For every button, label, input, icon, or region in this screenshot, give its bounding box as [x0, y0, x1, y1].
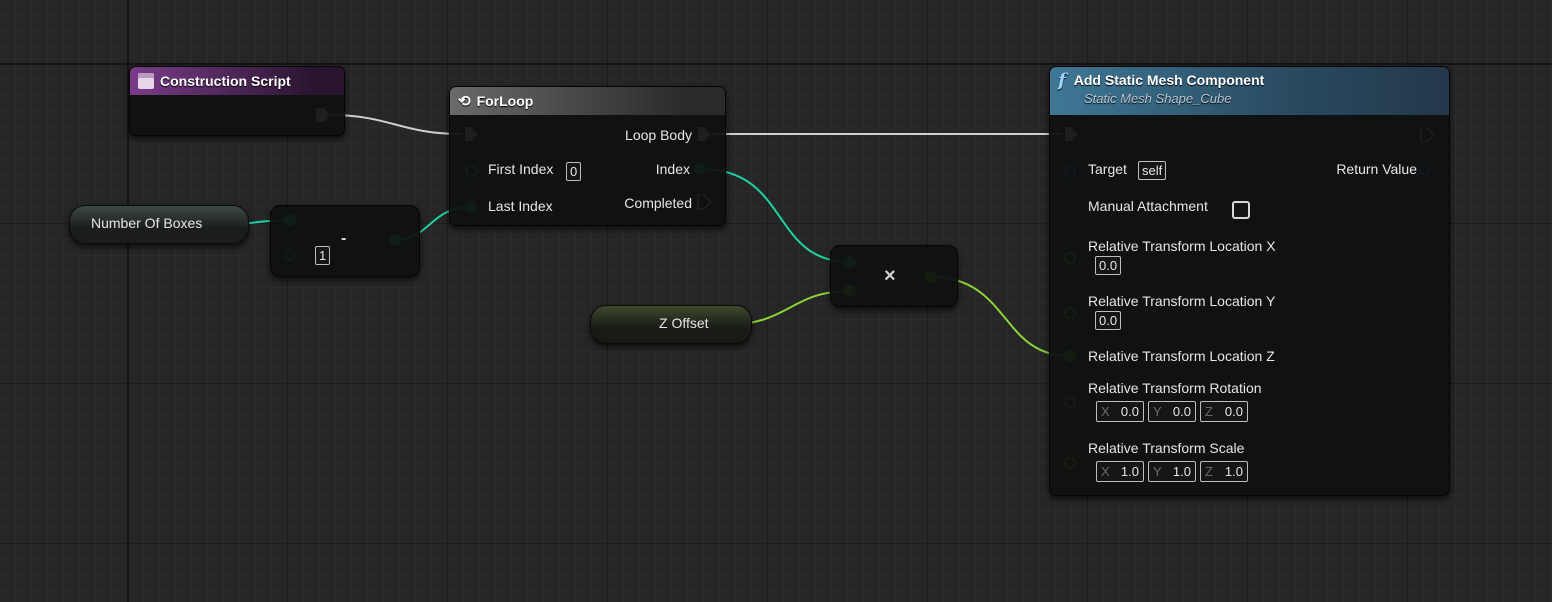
- add-component-subtitle: Static Mesh Shape_Cube: [1084, 91, 1232, 106]
- target-input[interactable]: self: [1138, 161, 1167, 180]
- axis-y-label: Y: [1153, 464, 1162, 479]
- target-label: Target: [1088, 161, 1127, 177]
- rotation-y-field[interactable]: Y 0.0: [1148, 401, 1196, 422]
- rotation-z-field[interactable]: Z 0.0: [1200, 401, 1248, 422]
- construction-script-node[interactable]: Construction Script: [129, 66, 345, 136]
- construction-script-header: Construction Script: [130, 67, 344, 95]
- z-offset-node[interactable]: Z Offset: [590, 305, 752, 344]
- axis-x-label: X: [1101, 464, 1110, 479]
- forloop-title: ForLoop: [476, 93, 534, 109]
- minus-icon: -: [341, 230, 347, 247]
- number-of-boxes-label: Number Of Boxes: [91, 215, 203, 231]
- scale-z-field[interactable]: Z 1.0: [1200, 461, 1248, 482]
- scale-vector: X 1.0 Y 1.0 Z 1.0: [1096, 461, 1248, 482]
- axis-z-label: Z: [1205, 464, 1213, 479]
- index-label: Index: [655, 161, 690, 177]
- forloop-header: ⟲ ForLoop: [450, 87, 725, 115]
- rotation-z-value: 0.0: [1224, 404, 1243, 419]
- subtract-default-input[interactable]: 1: [315, 246, 331, 265]
- add-component-title: Add Static Mesh Component: [1073, 72, 1265, 88]
- scale-x-value: 1.0: [1120, 464, 1139, 479]
- forloop-node[interactable]: ⟲ ForLoop First Index 0 Last Index Loop …: [449, 86, 726, 226]
- completed-label: Completed: [624, 195, 692, 211]
- axis-x-label: X: [1101, 404, 1110, 419]
- rotation-label: Relative Transform Rotation: [1088, 380, 1262, 396]
- first-index-input[interactable]: 0: [566, 162, 582, 181]
- location-x-input[interactable]: 0.0: [1095, 256, 1122, 275]
- z-offset-label: Z Offset: [659, 315, 709, 331]
- scale-y-field[interactable]: Y 1.0: [1148, 461, 1196, 482]
- loop-icon: ⟲: [458, 93, 471, 110]
- return-value-label: Return Value: [1336, 161, 1417, 177]
- rotation-vector: X 0.0 Y 0.0 Z 0.0: [1096, 401, 1248, 422]
- rotation-x-value: 0.0: [1120, 404, 1139, 419]
- exec-wire-construction-to-forloop: [329, 114, 463, 135]
- last-index-label: Last Index: [488, 198, 553, 214]
- location-y-label: Relative Transform Location Y: [1088, 293, 1276, 309]
- axis-y-label: Y: [1153, 404, 1162, 419]
- manual-attachment-label: Manual Attachment: [1088, 198, 1208, 214]
- location-z-label: Relative Transform Location Z: [1088, 348, 1275, 364]
- scale-x-field[interactable]: X 1.0: [1096, 461, 1144, 482]
- scale-y-value: 1.0: [1172, 464, 1191, 479]
- function-icon: f: [1058, 69, 1066, 91]
- construction-script-title: Construction Script: [160, 73, 291, 89]
- location-x-label: Relative Transform Location X: [1088, 238, 1276, 254]
- multiply-node[interactable]: ×: [830, 245, 958, 307]
- first-index-label: First Index: [488, 161, 554, 177]
- subtract-node[interactable]: 1 -: [270, 205, 420, 277]
- multiply-icon: ×: [884, 265, 896, 287]
- rotation-y-value: 0.0: [1172, 404, 1191, 419]
- rotation-x-field[interactable]: X 0.0: [1096, 401, 1144, 422]
- loop-body-label: Loop Body: [625, 127, 692, 143]
- scale-z-value: 1.0: [1224, 464, 1243, 479]
- axis-z-label: Z: [1205, 404, 1213, 419]
- scale-label: Relative Transform Scale: [1088, 440, 1245, 456]
- number-of-boxes-node[interactable]: Number Of Boxes: [69, 205, 249, 244]
- manual-attachment-checkbox[interactable]: [1232, 201, 1250, 219]
- add-static-mesh-component-node[interactable]: f Add Static Mesh Component Static Mesh …: [1049, 66, 1450, 496]
- add-component-header: f Add Static Mesh Component Static Mesh …: [1050, 67, 1449, 115]
- location-y-input[interactable]: 0.0: [1095, 311, 1122, 330]
- construction-script-icon: [138, 73, 154, 89]
